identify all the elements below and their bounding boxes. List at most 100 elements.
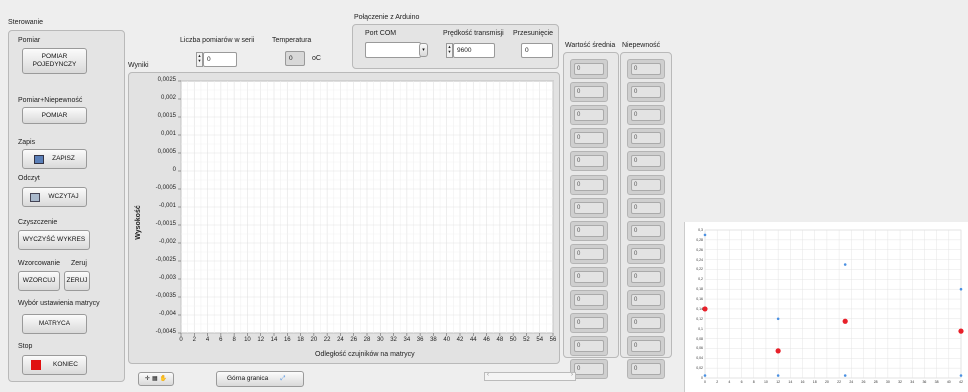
y-tick-label: -0,004 xyxy=(158,311,176,317)
data-point-blue xyxy=(843,263,847,266)
stop-square-icon xyxy=(31,360,42,370)
port-com-select[interactable] xyxy=(365,42,421,58)
inset-y-tick-label: 0,18 xyxy=(696,287,703,292)
predkosc-input[interactable]: 9600 xyxy=(453,43,495,58)
niepewnosc-box-value: 0 xyxy=(631,109,661,122)
niepewnosc-box: 0 xyxy=(627,59,665,79)
x-tick-label: 10 xyxy=(244,337,251,343)
niepewnosc-box: 0 xyxy=(627,197,665,218)
inset-y-tick-label: 0,14 xyxy=(696,306,703,311)
wartosc-srednia-box: 0 xyxy=(570,266,608,287)
data-point-blue xyxy=(703,233,707,237)
y-tick-label: -0,0035 xyxy=(155,293,176,299)
inset-x-tick-label: 22 xyxy=(837,380,842,384)
gorna-granica-control[interactable]: Górna granica ⤢ xyxy=(216,371,304,387)
wartosc-srednia-box-value: 0 xyxy=(574,363,604,376)
niepewnosc-box-value: 0 xyxy=(631,340,661,353)
data-point-red xyxy=(775,348,781,354)
inset-x-tick-label: 18 xyxy=(812,380,817,384)
graph-palette-tools[interactable]: ✛ ▦ ✋ xyxy=(138,372,174,386)
inset-x-tick-label: 26 xyxy=(861,380,866,384)
niepewnosc-box-value: 0 xyxy=(631,201,661,214)
wartosc-srednia-box-value: 0 xyxy=(574,86,604,99)
inset-y-tick-label: 0,12 xyxy=(696,316,703,321)
wartosc-srednia-box-value: 0 xyxy=(574,109,604,122)
wartosc-srednia-box: 0 xyxy=(570,82,608,103)
inset-y-tick-label: 0,26 xyxy=(696,247,703,252)
niepewnosc-box: 0 xyxy=(627,359,665,380)
x-tick-label: 26 xyxy=(350,337,358,343)
wartosc-srednia-box: 0 xyxy=(570,220,608,241)
liczba-pomiarow-stepper[interactable]: ▲ ▼ xyxy=(196,52,203,67)
matryca-button[interactable]: MATRYCA xyxy=(22,314,87,334)
koniec-button[interactable]: KONIEC xyxy=(22,355,87,375)
pomiar-button[interactable]: POMIAR xyxy=(22,107,87,124)
pomiar-niepewnosc-label: Pomiar+Niepewność xyxy=(18,97,83,104)
scroll-left-arrow-icon[interactable]: ‹ xyxy=(487,372,489,378)
data-point-red xyxy=(702,306,708,312)
sterowanie-panel: Pomiar POMIAR POJEDYNCZY Pomiar+Niepewno… xyxy=(8,30,125,382)
inset-x-tick-label: 14 xyxy=(788,380,793,384)
zapisz-button[interactable]: ZAPISZ xyxy=(22,149,87,169)
y-tick-label: -0,0005 xyxy=(155,185,176,191)
pomiar-pojedynczy-button[interactable]: POMIAR POJEDYNCZY xyxy=(22,48,87,74)
niepewnosc-box-value: 0 xyxy=(631,317,661,330)
wyczysc-wykres-button[interactable]: WYCZYŚĆ WYKRES xyxy=(18,230,90,250)
x-tick-label: 36 xyxy=(416,337,424,343)
wartosc-srednia-label: Wartość średnia xyxy=(565,42,616,49)
niepewnosc-box-value: 0 xyxy=(631,132,661,145)
x-tick-label: 16 xyxy=(283,337,291,343)
inset-y-tick-label: 0,24 xyxy=(696,257,703,262)
sterowanie-label: Sterowanie xyxy=(8,19,44,26)
inset-x-tick-label: 40 xyxy=(946,380,951,384)
temperatura-label: Temperatura xyxy=(272,37,312,44)
gorna-granica-label: Górna granica xyxy=(227,375,269,382)
inset-y-tick-label: 0,02 xyxy=(696,366,703,371)
scroll-right-arrow-icon[interactable]: › xyxy=(571,372,573,378)
y-tick-label: 0 xyxy=(172,167,176,173)
wartosc-srednia-box-value: 0 xyxy=(574,63,604,75)
zeruj-button[interactable]: ZERUJ xyxy=(64,271,90,291)
wczytaj-button[interactable]: WCZYTAJ xyxy=(22,187,87,207)
y-tick-label: -0,0025 xyxy=(155,257,176,263)
horizontal-scrollbar[interactable]: ‹ › xyxy=(484,372,576,381)
x-tick-label: 6 xyxy=(219,337,223,343)
y-tick-label: 0,002 xyxy=(160,95,176,101)
matryca-label: Wybór ustawienia matrycy xyxy=(18,300,100,307)
wartosc-srednia-column: 0 0 0 0 0 0 0 0 0 0 0 0 0 0 xyxy=(563,52,619,380)
inset-x-tick-label: 38 xyxy=(934,380,939,384)
port-com-dropdown-icon[interactable]: ▾ xyxy=(419,43,428,57)
inset-x-tick-label: 8 xyxy=(752,380,755,384)
x-tick-label: 14 xyxy=(270,337,278,343)
inset-y-tick-label: 0,3 xyxy=(698,228,703,232)
wartosc-srednia-box: 0 xyxy=(570,243,608,264)
x-tick-label: 18 xyxy=(297,337,304,343)
wartosc-srednia-box: 0 xyxy=(570,290,608,310)
wyniki-label: Wyniki xyxy=(128,62,149,69)
niepewnosc-box-value: 0 xyxy=(631,63,661,75)
wartosc-srednia-box: 0 xyxy=(570,336,608,357)
port-com-label: Port COM xyxy=(365,30,397,37)
niepewnosc-label: Niepewność xyxy=(622,42,661,49)
x-tick-label: 28 xyxy=(363,337,371,343)
inset-x-tick-label: 32 xyxy=(898,380,902,384)
wartosc-srednia-box: 0 xyxy=(570,105,608,126)
niepewnosc-box: 0 xyxy=(627,290,665,310)
wartosc-srednia-box: 0 xyxy=(570,197,608,218)
liczba-pomiarow-input[interactable]: 0 xyxy=(203,52,237,67)
wartosc-srednia-box-value: 0 xyxy=(574,247,604,260)
zeruj-label: Zeruj xyxy=(71,260,87,267)
inset-x-tick-label: 12 xyxy=(776,380,781,384)
x-tick-label: 52 xyxy=(523,337,530,343)
x-tick-label: 50 xyxy=(509,337,517,343)
niepewnosc-box-value: 0 xyxy=(631,86,661,99)
niepewnosc-box-value: 0 xyxy=(631,363,661,376)
predkosc-stepper[interactable]: ▲ ▼ xyxy=(446,43,453,58)
x-tick-label: 2 xyxy=(192,337,196,343)
wartosc-srednia-box-value: 0 xyxy=(574,270,604,283)
inset-x-tick-label: 4 xyxy=(728,380,731,384)
przesuniecie-input[interactable]: 0 xyxy=(521,43,553,58)
wzorcuj-button[interactable]: WZORCUJ xyxy=(18,271,60,291)
expand-icon: ⤢ xyxy=(280,375,286,382)
niepewnosc-box-value: 0 xyxy=(631,294,661,306)
